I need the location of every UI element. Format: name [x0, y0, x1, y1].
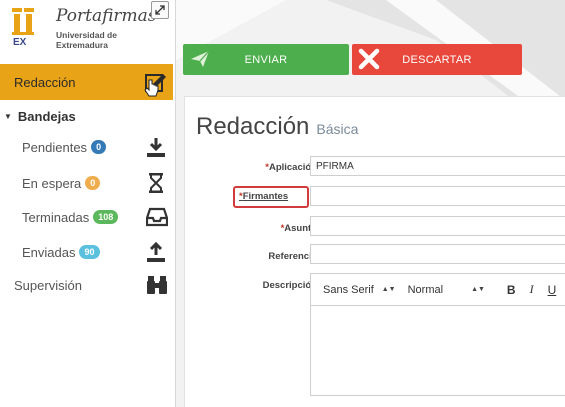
send-button-label: ENVIAR [244, 53, 288, 66]
font-size-value: Normal [407, 283, 444, 296]
descripcion-editor[interactable]: Sans Serif ▲▼ Normal ▲▼ B I U [310, 273, 565, 396]
caret-down-icon: ▼ [4, 111, 12, 121]
sidebar-item-enviadas[interactable]: Enviadas 90 [0, 237, 172, 267]
up-down-icon: ▲▼ [381, 286, 396, 293]
close-icon [358, 48, 380, 73]
count-badge: 0 [91, 140, 107, 154]
sidebar-item-terminadas[interactable]: Terminadas 108 [0, 202, 172, 232]
sidebar: EX Portafirmas Universidad de Extremadur… [0, 0, 176, 407]
svg-text:EX: EX [13, 37, 27, 46]
aplicacion-field[interactable] [310, 156, 565, 176]
sidebar-item-label: Pendientes [22, 139, 88, 155]
university-mark-icon: EX [12, 8, 34, 46]
descripcion-label: Descripción [262, 280, 317, 291]
collapse-sidebar-button[interactable] [151, 1, 169, 19]
font-family-select[interactable]: Sans Serif ▲▼ [323, 284, 396, 296]
form-panel: Redacción Básica *Aplicación *Firmantes … [184, 96, 565, 407]
page-subtitle: Básica [316, 121, 359, 137]
count-badge: 0 [85, 176, 101, 190]
sidebar-item-label: En espera [22, 175, 82, 191]
bold-button[interactable]: B [507, 283, 516, 297]
discard-button[interactable]: DESCARTAR [352, 44, 522, 75]
send-button[interactable]: ENVIAR [183, 44, 349, 75]
download-icon [146, 136, 166, 163]
sidebar-item-en-espera[interactable]: En espera 0 [0, 168, 172, 198]
mouse-cursor-icon [144, 79, 159, 97]
page-title: Redacción Básica [196, 113, 358, 141]
page-title-text: Redacción [196, 113, 310, 140]
asunto-field[interactable] [310, 216, 565, 236]
sidebar-item-pendientes[interactable]: Pendientes 0 [0, 132, 172, 162]
italic-button[interactable]: I [530, 282, 534, 297]
sidebar-item-supervision[interactable]: Supervisión [0, 270, 172, 300]
font-size-select[interactable]: Normal ▲▼ [408, 284, 485, 296]
count-badge: 90 [79, 245, 100, 259]
sidebar-item-redaccion[interactable]: Redacción [0, 64, 173, 100]
discard-button-label: DESCARTAR [402, 53, 472, 66]
app-title: Portafirmas [56, 6, 157, 26]
sidebar-item-label: Enviadas [22, 244, 76, 260]
main-content: ENVIAR DESCARTAR Redacción Básica *Aplic… [176, 0, 565, 407]
sidebar-item-label: Terminadas [22, 209, 90, 225]
referencia-field[interactable] [310, 244, 565, 264]
expand-icon [155, 5, 165, 15]
section-label: Bandejas [17, 108, 76, 124]
font-family-value: Sans Serif [323, 283, 374, 296]
hourglass-icon [146, 172, 166, 199]
count-badge: 108 [93, 210, 119, 224]
firmantes-label: *Firmantes [239, 191, 289, 202]
inbox-icon [145, 206, 169, 233]
upload-icon [146, 241, 166, 268]
sidebar-item-label: Supervisión [14, 277, 82, 293]
underline-button[interactable]: U [548, 283, 557, 297]
brand-logo: EX Portafirmas Universidad de Extremadur… [8, 2, 168, 50]
bandejas-section-header[interactable]: ▼ Bandejas [0, 106, 170, 126]
up-down-icon: ▲▼ [471, 286, 485, 293]
app-subtitle: Universidad de Extremadura [56, 30, 117, 50]
sidebar-item-label: Redacción [14, 74, 76, 90]
editor-toolbar: Sans Serif ▲▼ Normal ▲▼ B I U [311, 274, 565, 306]
binoculars-icon [146, 275, 168, 300]
firmantes-field[interactable] [310, 186, 565, 206]
paper-plane-icon [189, 48, 211, 73]
